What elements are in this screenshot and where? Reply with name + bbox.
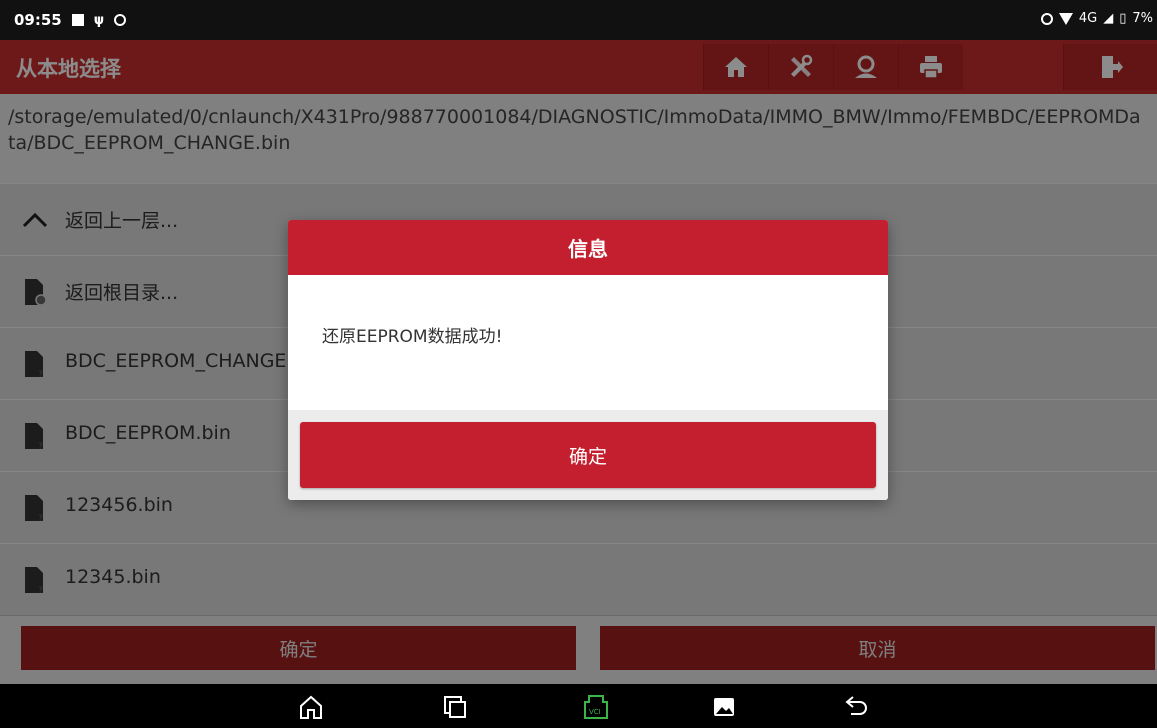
image-notification-icon <box>71 14 84 26</box>
gallery-icon[interactable] <box>711 694 737 720</box>
battery-level: 7% <box>1132 11 1153 26</box>
svg-text:VCI: VCI <box>589 708 601 716</box>
do-not-disturb-icon <box>1040 12 1053 25</box>
signal-icon: ◢ <box>1103 11 1114 26</box>
dialog-title: 信息 <box>288 220 888 275</box>
back-icon[interactable] <box>843 694 869 720</box>
dialog-footer: 确定 <box>288 410 888 500</box>
network-type: 4G <box>1078 11 1098 26</box>
bluetooth-icon <box>114 14 127 26</box>
battery-icon: ▯ <box>1119 11 1127 26</box>
status-time: 09:55 <box>14 11 62 29</box>
vci-icon[interactable]: VCI <box>583 694 609 720</box>
recent-apps-icon[interactable] <box>442 694 468 720</box>
info-dialog: 信息 还原EEPROM数据成功! 确定 <box>288 220 888 500</box>
status-bar: 09:55 ψ 4G ◢ ▯ 7% <box>0 0 1157 40</box>
usb-icon: ψ <box>93 12 105 28</box>
home-nav-icon[interactable] <box>298 694 324 720</box>
dialog-ok-button[interactable]: 确定 <box>300 422 876 488</box>
dialog-message: 还原EEPROM数据成功! <box>322 327 503 347</box>
wifi-icon <box>1058 12 1073 25</box>
navigation-bar: VCI <box>0 684 1157 728</box>
